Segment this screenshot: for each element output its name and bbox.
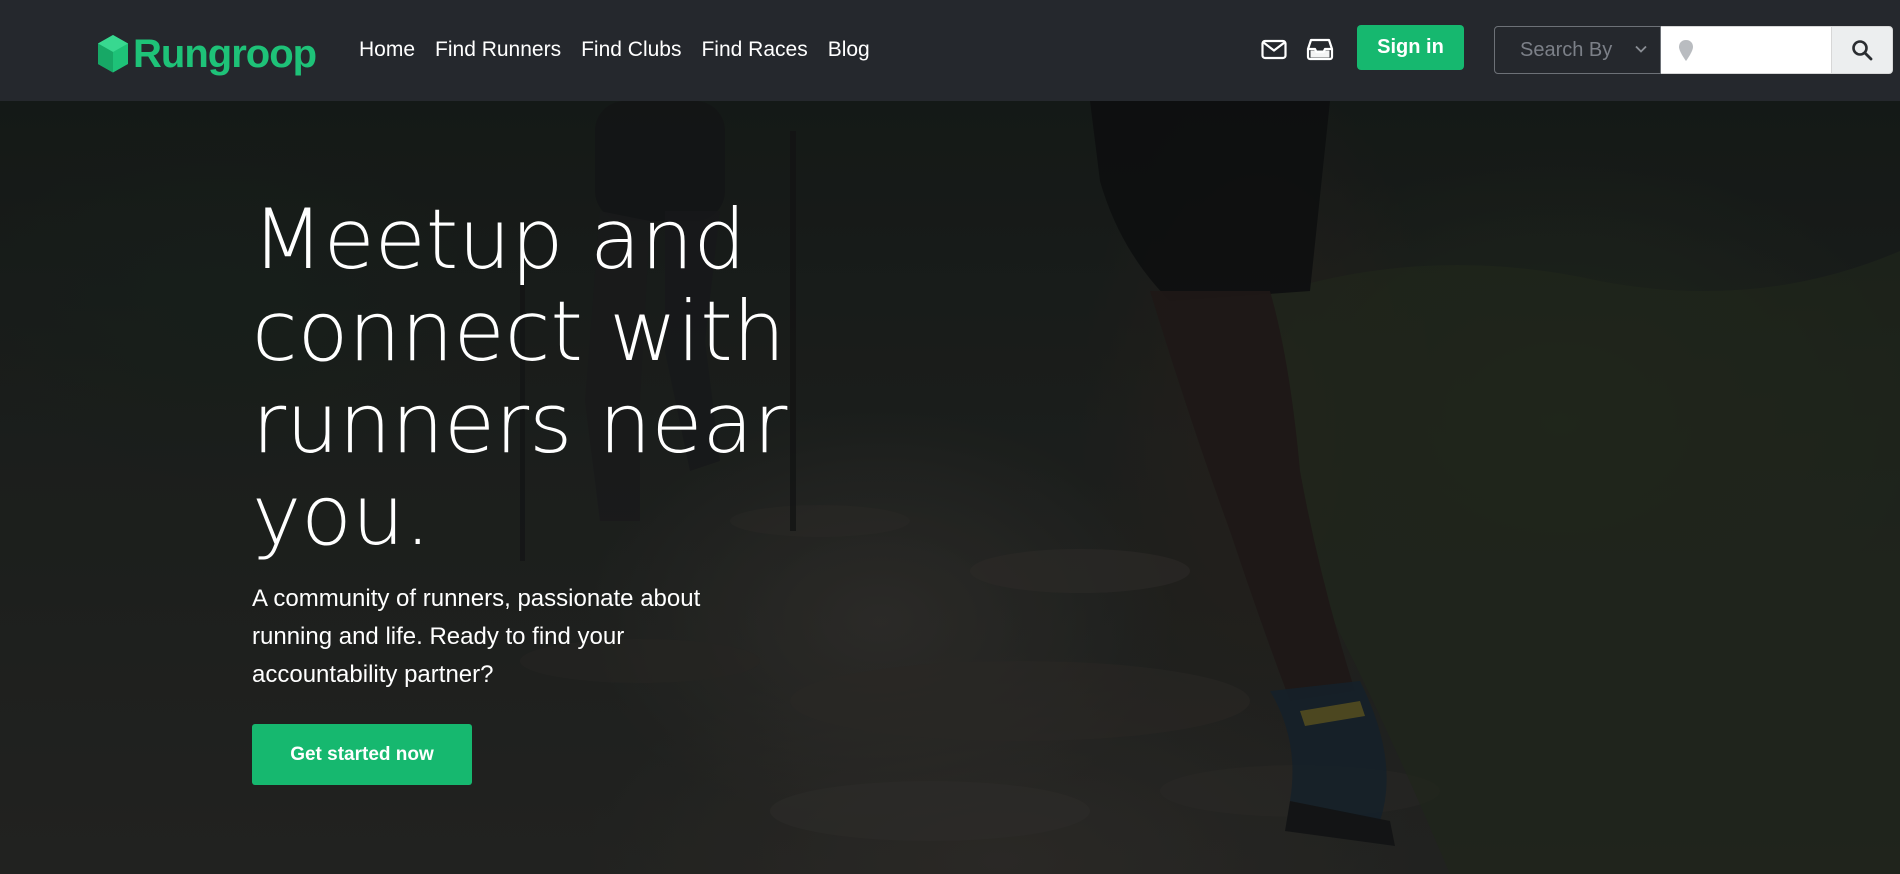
nav-find-runners-link[interactable]: Find Runners [425,35,571,65]
search-by-label: Search By [1520,38,1613,61]
inbox-button[interactable] [1303,32,1337,66]
nav-find-clubs-link[interactable]: Find Clubs [571,35,691,65]
location-search-field [1661,26,1851,74]
mail-icon [1261,39,1287,60]
hexagon-logo-icon [98,35,128,73]
nav-blog-link[interactable]: Blog [818,35,880,65]
search-form: Search By [1494,26,1893,74]
inbox-icon [1306,38,1334,61]
hero-subtitle: A community of runners, passionate about… [252,585,701,688]
top-navbar: Rungroop Home Find Runners Find Clubs Fi… [0,0,1900,101]
search-icon [1852,40,1873,61]
hero-section: Meetup and connect with runners near you… [0,101,1900,874]
search-by-select[interactable]: Search By [1494,26,1661,74]
hero-title: Meetup and connect with runners near you… [252,191,788,564]
location-search-input[interactable] [1701,28,1851,72]
main-nav: Home Find Runners Find Clubs Find Races … [349,35,880,65]
sign-in-button[interactable]: Sign in [1357,25,1464,70]
chevron-down-icon [1635,45,1647,53]
nav-home-link[interactable]: Home [349,35,425,65]
brand-name: Rungroop [133,32,317,76]
get-started-button[interactable]: Get started now [252,724,472,785]
nav-find-races-link[interactable]: Find Races [691,35,817,65]
brand-logo-link[interactable]: Rungroop [97,32,317,76]
map-pin-icon [1679,40,1693,61]
messages-button[interactable] [1257,32,1291,66]
